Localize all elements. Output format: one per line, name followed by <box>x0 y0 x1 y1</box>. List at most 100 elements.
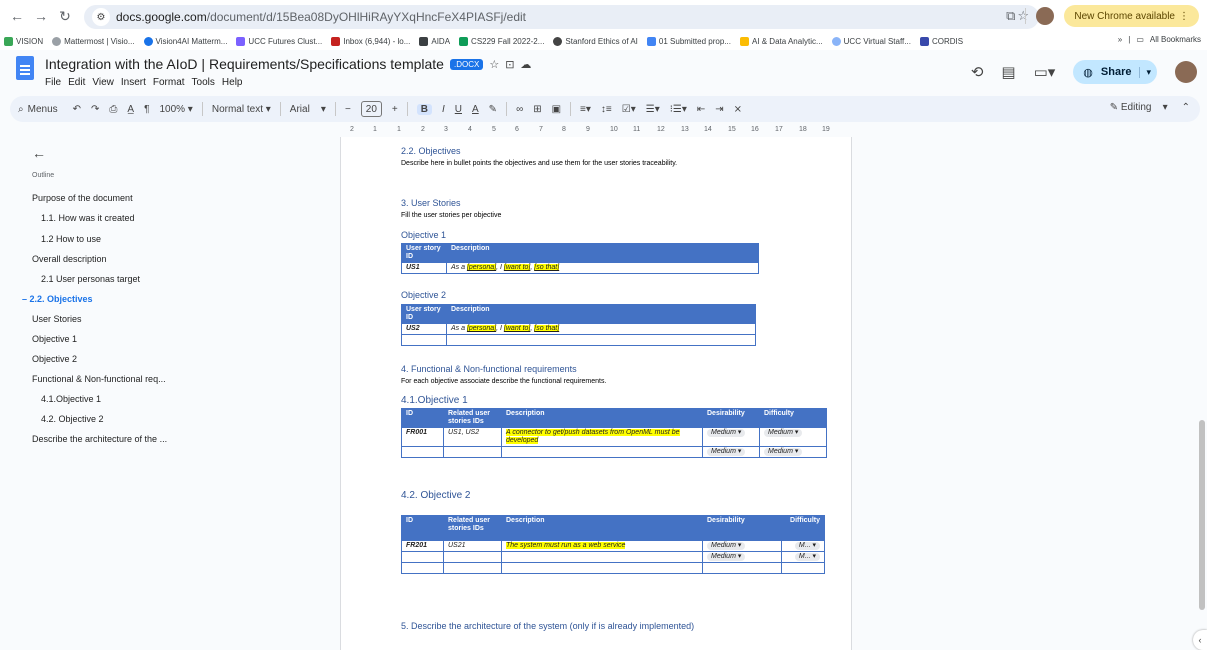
side-panel-toggle-icon[interactable]: ‹ <box>1193 630 1207 650</box>
bold-icon[interactable]: B <box>416 103 432 115</box>
history-icon[interactable]: ⟲ <box>971 63 984 81</box>
extensions-icon[interactable]: ⧉ <box>1006 8 1015 24</box>
font-size-input[interactable]: 20 <box>360 101 382 117</box>
bookmark-item[interactable]: Vision4AI Matterm... <box>143 37 227 46</box>
difficulty-dropdown[interactable]: M... ▾ <box>794 553 820 561</box>
reload-icon[interactable]: ↻ <box>54 5 76 27</box>
increase-font-icon[interactable]: + <box>392 104 398 115</box>
difficulty-dropdown[interactable]: Medium ▾ <box>764 448 803 456</box>
back-icon[interactable]: ← <box>6 5 28 27</box>
decrease-indent-icon[interactable]: ⇤ <box>697 104 705 115</box>
empty-cell[interactable] <box>401 551 444 563</box>
image-icon[interactable]: ▣ <box>552 104 561 115</box>
empty-cell[interactable] <box>443 551 502 563</box>
menu-edit[interactable]: Edit <box>68 77 85 88</box>
difficulty-dropdown[interactable]: Medium ▾ <box>764 429 803 437</box>
bookmark-item[interactable]: AI & Data Analytic... <box>739 37 823 46</box>
cloud-status-icon[interactable]: ☁ <box>520 58 531 71</box>
empty-cell[interactable] <box>501 551 703 563</box>
numbered-list-icon[interactable]: ⁝☰▾ <box>670 104 687 115</box>
desirability-dropdown[interactable]: Medium ▾ <box>707 448 746 456</box>
empty-cell[interactable] <box>401 446 444 458</box>
ruler[interactable]: 2 1 1 2 3 4 5 6 7 8 9 10 11 12 13 14 15 … <box>340 126 852 136</box>
bookmark-item[interactable]: CS229 Fall 2022-2... <box>459 37 544 46</box>
bookmark-item[interactable]: Inbox (6,944) - lo... <box>331 37 410 46</box>
bookmark-item[interactable]: VISION <box>4 37 43 46</box>
fr-id-cell[interactable]: FR201 <box>401 540 444 552</box>
align-icon[interactable]: ≡▾ <box>580 104 591 115</box>
share-dropdown-icon[interactable]: ▾ <box>1139 66 1151 78</box>
outline-item[interactable]: Describe the architecture of the ... <box>32 434 167 444</box>
document-title[interactable]: Integration with the AIoD | Requirements… <box>45 56 444 72</box>
comments-icon[interactable]: ▤ <box>1001 63 1015 81</box>
bookmarks-overflow[interactable]: » <box>1118 35 1122 44</box>
vertical-scrollbar[interactable] <box>1199 420 1205 610</box>
document-page[interactable]: 2.2. Objectives Describe here in bullet … <box>340 137 852 650</box>
bookmark-item[interactable]: UCC Virtual Staff... <box>831 37 911 46</box>
text-color-icon[interactable]: A <box>472 104 479 115</box>
outline-item[interactable]: Purpose of the document <box>32 193 133 203</box>
star-icon[interactable]: ☆ <box>489 58 499 71</box>
fr-desc-cell[interactable]: A connector to get/push datasets from Op… <box>501 427 703 447</box>
menu-insert[interactable]: Insert <box>121 77 146 88</box>
outline-item[interactable]: User Stories <box>32 314 82 324</box>
empty-cell[interactable] <box>446 334 756 346</box>
us-desc-cell[interactable]: As a [persona], I [want to], [so that] <box>446 323 756 335</box>
spellcheck-icon[interactable]: A̲ <box>127 104 134 115</box>
bookmark-item[interactable]: AIDA <box>419 37 450 46</box>
fr-id-cell[interactable]: FR001 <box>401 427 444 447</box>
menus-search[interactable]: ⌕ Menus <box>18 104 58 115</box>
empty-cell[interactable] <box>781 562 825 574</box>
fr-related-cell[interactable]: US21 <box>443 540 502 552</box>
outline-item[interactable]: Objective 1 <box>32 334 77 344</box>
menu-help[interactable]: Help <box>222 77 243 88</box>
us-desc-cell[interactable]: As a [persona], I [want to], [so that] <box>446 262 759 274</box>
undo-icon[interactable]: ↶ <box>73 104 81 115</box>
user-avatar[interactable] <box>1175 61 1197 83</box>
update-chrome-button[interactable]: New Chrome available ⋮ <box>1064 5 1199 27</box>
difficulty-dropdown[interactable]: M... ▾ <box>794 542 820 550</box>
underline-icon[interactable]: U <box>455 104 462 115</box>
font-select[interactable]: Arial ▾ <box>290 104 326 115</box>
menu-file[interactable]: File <box>45 77 61 88</box>
fr-desc-cell[interactable]: The system must run as a web service <box>501 540 703 552</box>
empty-cell[interactable] <box>501 446 703 458</box>
paint-format-icon[interactable]: ¶ <box>144 104 149 115</box>
clear-formatting-icon[interactable]: ⨯ <box>734 104 742 115</box>
decrease-font-icon[interactable]: − <box>345 104 351 115</box>
close-outline-icon[interactable]: ← <box>32 145 46 161</box>
highlight-icon[interactable]: ✎ <box>489 104 497 115</box>
collapse-toolbar-icon[interactable]: ⌃ <box>1182 102 1190 113</box>
empty-cell[interactable] <box>401 562 444 574</box>
outline-item-active[interactable]: – 2.2. Objectives <box>22 294 93 304</box>
outline-item[interactable]: 4.2. Objective 2 <box>41 414 104 424</box>
menu-view[interactable]: View <box>92 77 114 88</box>
zoom-select[interactable]: 100% ▾ <box>159 104 192 115</box>
redo-icon[interactable]: ↷ <box>91 104 99 115</box>
all-bookmarks[interactable]: All Bookmarks <box>1150 35 1201 44</box>
checklist-icon[interactable]: ☑▾ <box>622 104 636 115</box>
profile-avatar[interactable] <box>1036 7 1055 25</box>
bookmark-item[interactable]: CORDIS <box>919 37 963 46</box>
site-settings-icon[interactable]: ⚙ <box>92 8 110 26</box>
bookmark-item[interactable]: Stanford Ethics of AI <box>553 37 638 46</box>
bookmark-item[interactable]: 01 Submitted prop... <box>646 37 731 46</box>
outline-item[interactable]: Overall description <box>32 254 107 264</box>
meet-icon[interactable]: ▭▾ <box>1034 63 1056 81</box>
desirability-dropdown[interactable]: Medium ▾ <box>707 429 746 437</box>
style-select[interactable]: Normal text ▾ <box>212 104 271 115</box>
desirability-dropdown[interactable]: Medium ▾ <box>707 542 746 550</box>
empty-cell[interactable] <box>501 562 703 574</box>
menu-format[interactable]: Format <box>153 77 185 88</box>
outline-item[interactable]: 4.1.Objective 1 <box>41 394 101 404</box>
share-button[interactable]: ◍ Share ▾ <box>1073 60 1157 84</box>
outline-item[interactable]: Objective 2 <box>32 354 77 364</box>
italic-icon[interactable]: I <box>442 104 445 115</box>
address-bar[interactable]: ⚙ docs.google.com/document/d/15Bea08DyOH… <box>84 5 1039 29</box>
editing-mode-select[interactable]: ✎ Editing ▾ <box>1110 102 1168 113</box>
fr-related-cell[interactable]: US1, US2 <box>443 427 502 447</box>
bullet-list-icon[interactable]: ☰▾ <box>646 104 660 115</box>
forward-icon[interactable]: → <box>30 5 52 27</box>
increase-indent-icon[interactable]: ⇥ <box>715 104 723 115</box>
docs-logo-icon[interactable] <box>16 56 34 80</box>
